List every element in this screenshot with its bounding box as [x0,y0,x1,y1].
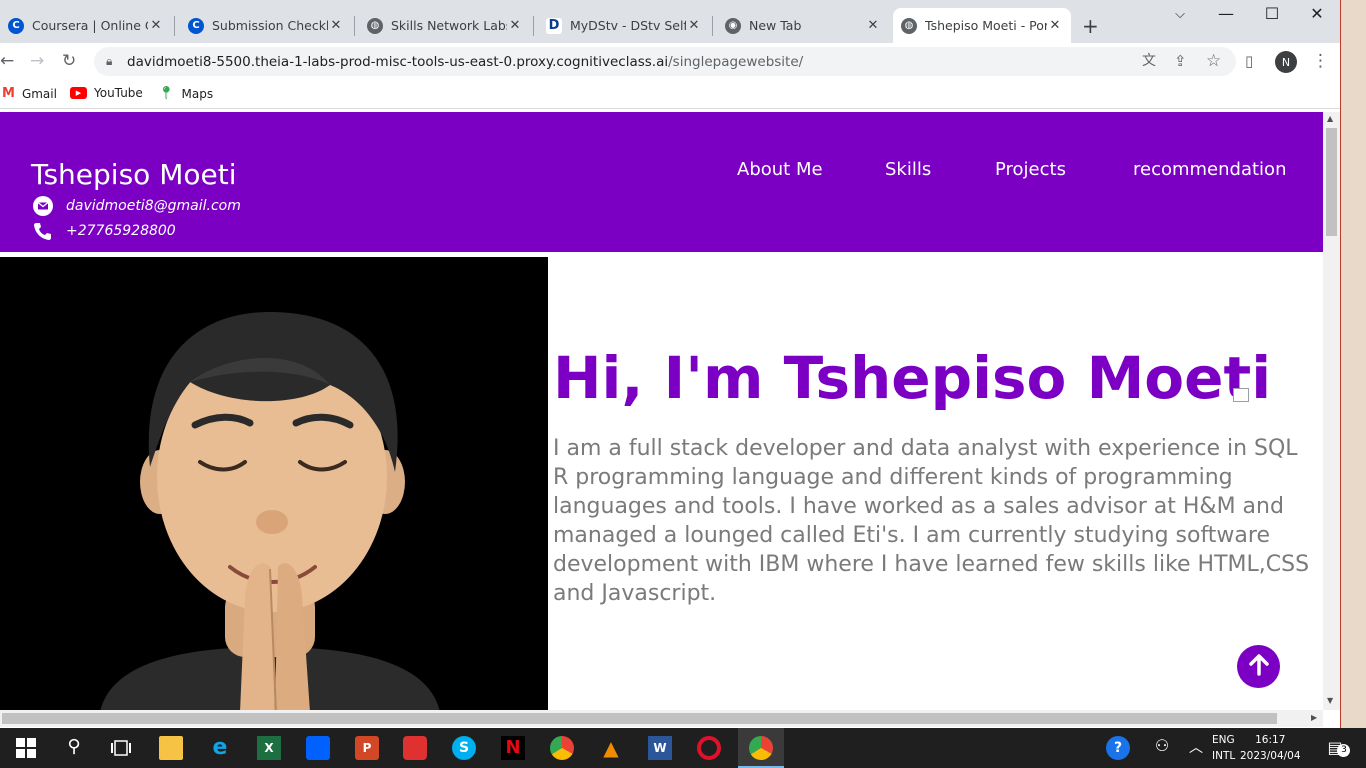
maximize-button[interactable]: ☐ [1252,4,1292,23]
search-icon[interactable]: ⚲ [62,736,86,760]
chevron-up-icon[interactable]: ︿ [1184,736,1208,760]
bookmark-gmail[interactable]: M Gmail [2,86,57,101]
scroll-down-arrow-icon[interactable]: ▼ [1327,696,1333,705]
chrome-icon: ◉ [725,17,741,34]
vlc-icon[interactable]: ▲ [599,736,623,760]
vertical-scrollbar[interactable]: ▲ ▼ [1323,112,1340,710]
tab-new-tab[interactable]: ◉ New Tab ✕ [717,8,889,43]
forward-icon[interactable]: → [30,51,44,71]
globe-icon: ◍ [901,17,917,34]
skype-icon[interactable]: S [452,736,476,760]
coursera-icon: C [188,17,204,34]
close-tab-icon[interactable]: ✕ [686,18,702,33]
globe-icon: ◍ [367,17,383,34]
task-view-icon[interactable] [110,736,134,760]
close-tab-icon[interactable]: ✕ [328,18,344,33]
recorder-app-icon[interactable] [403,736,427,760]
chrome-active-taskbar-button[interactable] [738,728,784,768]
vertical-scroll-thumb[interactable] [1326,128,1337,236]
youtube-icon: ▶ [70,87,87,99]
word-icon[interactable]: W [648,736,672,760]
minimize-button[interactable]: — [1206,4,1246,23]
help-icon[interactable]: ? [1106,736,1130,760]
system-clock[interactable]: 16:17 2023/04/04 [1240,732,1301,764]
notifications-icon[interactable]: ▤ 3 [1323,736,1351,760]
netflix-icon[interactable]: N [501,736,525,760]
close-tab-icon[interactable]: ✕ [865,18,881,33]
powerpoint-icon[interactable]: P [355,736,379,760]
dstv-icon: D [546,17,562,34]
tab-skills-network[interactable]: ◍ Skills Network Labs ✕ [359,8,531,43]
browser-toolbar: ← → ↻ 🔒︎ davidmoeti8-5500.theia-1-labs-p… [0,43,1340,80]
tab-strip: C Coursera | Online Cou ✕ C Submission C… [0,0,1340,43]
nav-projects[interactable]: Projects [995,159,1066,180]
bookmarks-bar: M Gmail ▶ YouTube 📍︎ Maps [0,80,1340,109]
windows-start-icon[interactable] [14,736,38,760]
edge-icon[interactable]: e [208,736,232,760]
horizontal-scrollbar[interactable]: ▶ [0,710,1323,727]
lock-icon: 🔒︎ [106,54,113,68]
back-icon[interactable]: ← [0,51,14,71]
scroll-right-arrow-icon[interactable]: ▶ [1311,713,1317,722]
site-name: Tshepiso Moeti [31,158,237,191]
address-bar[interactable]: 🔒︎ davidmoeti8-5500.theia-1-labs-prod-mi… [94,47,1236,76]
url-host: davidmoeti8-5500.theia-1-labs-prod-misc-… [127,53,669,70]
coursera-icon: C [8,17,24,34]
excel-icon[interactable]: X [257,736,281,760]
tab-submission-checklist[interactable]: C Submission Checklist ✕ [180,8,352,43]
site-header: Tshepiso Moeti davidmoeti8@gmail.com +27… [0,112,1323,252]
dropbox-icon[interactable] [306,736,330,760]
nav-skills[interactable]: Skills [885,159,931,180]
share-icon[interactable]: ⇪ [1174,51,1187,71]
input-language[interactable]: ENG INTL [1212,732,1235,764]
url-path: /singlepagewebsite/ [668,53,804,70]
nav-recommendation[interactable]: recommendation [1133,159,1286,180]
close-tab-icon[interactable]: ✕ [148,18,164,33]
arrow-up-icon [1246,652,1272,682]
tab-portfolio-active[interactable]: ◍ Tshepiso Moeti - Port ✕ [893,8,1071,43]
phone-contact[interactable]: +27765928800 [33,221,176,241]
scroll-up-arrow-icon[interactable]: ▲ [1327,114,1333,123]
hero-description: I am a full stack developer and data ana… [553,436,1310,606]
windows-taskbar: ⚲ e X P S N ▲ W ? ⚇ ︿ ENG INTL 16:17 202… [0,728,1366,768]
close-tab-icon[interactable]: ✕ [1047,18,1063,33]
translate-icon[interactable]: 文 [1142,51,1156,71]
profile-avatar[interactable]: N [1275,51,1297,73]
profile-photo [0,257,548,710]
bookmark-youtube[interactable]: ▶ YouTube [70,86,143,100]
close-tab-icon[interactable]: ✕ [507,18,523,33]
tab-coursera[interactable]: C Coursera | Online Cou ✕ [0,8,172,43]
opera-icon[interactable] [697,736,721,760]
page-viewport: Tshepiso Moeti davidmoeti8@gmail.com +27… [0,112,1323,710]
phone-icon [33,221,53,241]
broken-image-icon [1233,388,1249,402]
file-explorer-icon[interactable] [159,736,183,760]
tab-search-icon[interactable]: ⌵ [1160,7,1200,22]
back-to-top-button[interactable] [1237,645,1280,688]
tab-mydstv[interactable]: D MyDStv - DStv Self Se ✕ [538,8,710,43]
envelope-icon [33,196,53,216]
new-tab-button[interactable]: + [1082,14,1099,38]
side-panel-icon[interactable]: ▯ [1245,51,1253,71]
menu-kebab-icon[interactable]: ⋮ [1312,51,1329,71]
bookmark-maps[interactable]: 📍︎ Maps [158,86,213,101]
bookmark-star-icon[interactable]: ☆ [1206,51,1221,71]
background-window-edge [1340,0,1366,728]
chrome-icon[interactable] [550,736,574,760]
reload-icon[interactable]: ↻ [62,51,76,71]
nav-about-me[interactable]: About Me [737,159,823,180]
notification-count: 3 [1337,744,1351,757]
email-contact[interactable]: davidmoeti8@gmail.com [33,196,241,216]
close-window-button[interactable]: ✕ [1297,4,1337,23]
hero-title: Hi, I'm Tshepiso Moeti [553,344,1272,412]
maps-icon: 📍︎ [158,86,175,101]
gmail-icon: M [2,86,15,101]
horizontal-scroll-thumb[interactable] [2,713,1277,724]
people-icon[interactable]: ⚇ [1150,736,1174,760]
